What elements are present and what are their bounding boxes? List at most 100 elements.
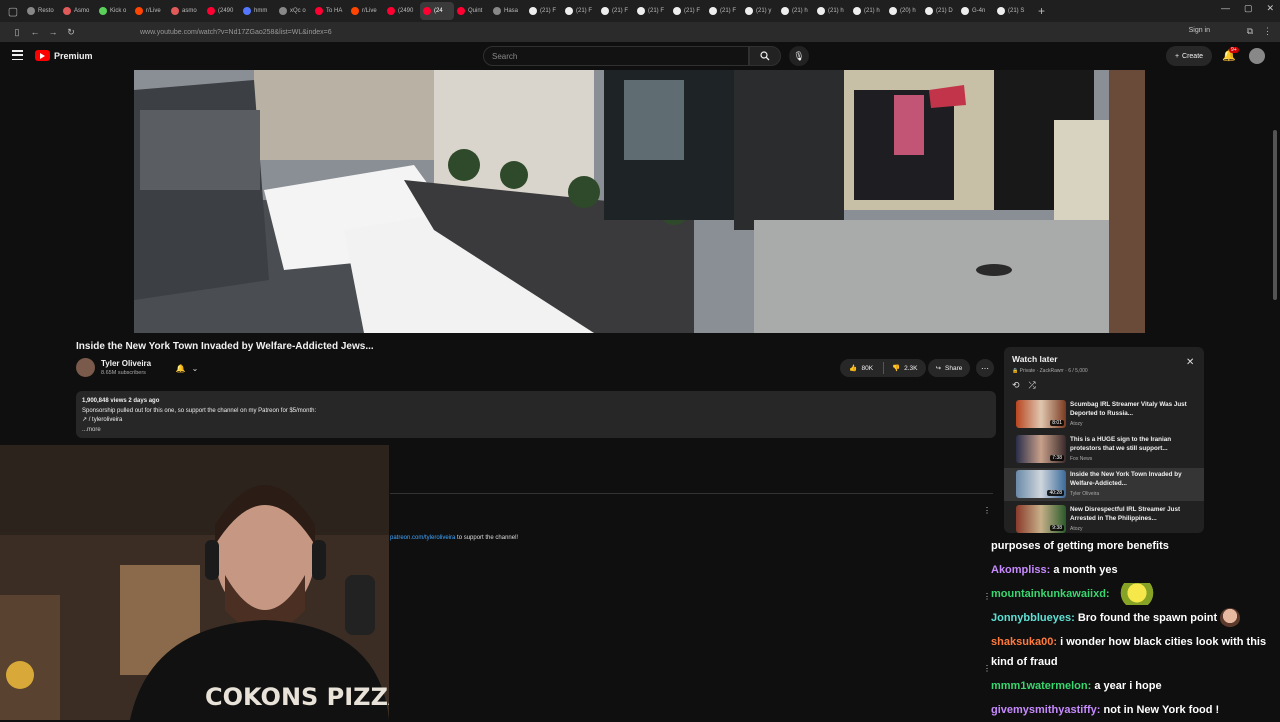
- search-input[interactable]: Search: [483, 46, 749, 66]
- more-actions-button[interactable]: ⋯: [976, 359, 994, 377]
- tab-favicon-icon: [673, 7, 681, 15]
- browser-tab[interactable]: G-4n: [958, 2, 994, 20]
- browser-tab[interactable]: (21) F: [670, 2, 706, 20]
- like-count: 80K: [861, 364, 874, 372]
- chat-text: not in New York food !: [1103, 704, 1220, 716]
- thumbs-up-icon: 👍: [849, 365, 858, 372]
- dislike-button[interactable]: 👎 2.3K: [884, 364, 927, 373]
- subscription-bell-button[interactable]: 🔔 ⌄: [170, 360, 204, 377]
- pinned-comment-link[interactable]: patreon.com/tyleroliveira: [390, 535, 455, 541]
- browser-tab[interactable]: (21) h: [814, 2, 850, 20]
- maximize-icon[interactable]: ▢: [1244, 3, 1253, 14]
- tab-label: (21) F: [576, 8, 593, 14]
- duration-badge: 9:38: [1050, 525, 1064, 531]
- menu-dots-icon[interactable]: ⋮: [1263, 26, 1272, 37]
- bell-icon: 🔔: [175, 364, 186, 373]
- like-button[interactable]: 👍 80K: [840, 364, 883, 373]
- tab-label: (21) h: [864, 8, 880, 14]
- duration-badge: 8:01: [1050, 420, 1064, 426]
- search-button[interactable]: [749, 46, 781, 66]
- chat-message: mountainkunkawaiixd:: [991, 582, 1280, 606]
- create-label: Create: [1182, 52, 1204, 60]
- menu-icon[interactable]: [12, 50, 23, 60]
- video-player[interactable]: [134, 70, 1145, 333]
- forward-icon[interactable]: →: [44, 27, 62, 37]
- youtube-logo[interactable]: Premium: [35, 50, 93, 61]
- video-thumbnail: 8:01: [1016, 400, 1066, 428]
- close-playlist-icon[interactable]: ✕: [1186, 357, 1194, 368]
- share-button[interactable]: ↪ Share: [928, 359, 970, 377]
- browser-tab[interactable]: r/Live: [132, 2, 168, 20]
- close-window-icon[interactable]: ✕: [1266, 3, 1274, 14]
- tab-label: G-4n: [972, 8, 986, 14]
- browser-tab[interactable]: Resto: [24, 2, 60, 20]
- reload-icon[interactable]: ↻: [62, 27, 80, 38]
- browser-tab[interactable]: (2490: [384, 2, 420, 20]
- browser-tab[interactable]: (21) F: [598, 2, 634, 20]
- tab-label: (20) h: [900, 8, 916, 14]
- shuffle-icon[interactable]: ⤮: [1029, 380, 1036, 391]
- browser-tab[interactable]: (21) h: [850, 2, 886, 20]
- browser-tab[interactable]: (21) F: [562, 2, 598, 20]
- browser-tab[interactable]: Asmo: [60, 2, 96, 20]
- browser-tab[interactable]: Kick o: [96, 2, 132, 20]
- tab-label: (21) F: [720, 8, 737, 14]
- chat-text: a month yes: [1053, 564, 1118, 576]
- page-scrollbar[interactable]: [1273, 130, 1277, 300]
- description-box[interactable]: 1,900,848 views 2 days ago Sponsorship p…: [76, 391, 996, 438]
- back-icon[interactable]: ←: [26, 27, 44, 37]
- tab-favicon-icon: [63, 7, 71, 15]
- tab-favicon-icon: [27, 7, 35, 15]
- tab-favicon-icon: [925, 7, 933, 15]
- tab-actions-icon[interactable]: ▢: [6, 4, 20, 18]
- channel-avatar[interactable]: [76, 358, 95, 377]
- minimize-icon[interactable]: —: [1221, 3, 1230, 14]
- playlist-item[interactable]: 9:38 New Disrespectful IRL Streamer Just…: [1004, 503, 1204, 533]
- browser-tab[interactable]: (24: [420, 2, 454, 20]
- browser-tab[interactable]: Quint: [454, 2, 490, 20]
- browser-tab[interactable]: (2490: [204, 2, 240, 20]
- playlist-title[interactable]: Watch later: [1012, 354, 1058, 364]
- browser-tab[interactable]: (21) F: [706, 2, 742, 20]
- create-button[interactable]: + Create: [1166, 46, 1212, 66]
- sign-in-button[interactable]: Sign in: [1189, 27, 1210, 34]
- browser-tab-strip: ▢ Resto Asmo Kick o r/Live asmo (2490 hmm xQc o…: [0, 0, 1280, 22]
- tab-label: asmo: [182, 8, 197, 14]
- browser-tab[interactable]: (21) F: [634, 2, 670, 20]
- browser-tab[interactable]: (20) h: [886, 2, 922, 20]
- browser-tab[interactable]: Hasa: [490, 2, 526, 20]
- voice-search-button[interactable]: 🎙: [789, 46, 809, 66]
- playlist-item-current[interactable]: 40:28 Inside the New York Town Invaded b…: [1004, 468, 1204, 501]
- url-field[interactable]: www.youtube.com/watch?v=Nd17ZGao258&list…: [140, 29, 332, 36]
- face-emote-icon: [1220, 608, 1241, 629]
- tab-favicon-icon: [997, 7, 1005, 15]
- browser-tab[interactable]: (21) h: [778, 2, 814, 20]
- comment-options-icon[interactable]: ⋮: [983, 664, 991, 673]
- sidebar-toggle-icon[interactable]: ▯: [8, 27, 26, 38]
- new-tab-button[interactable]: +: [1038, 4, 1045, 18]
- chat-message: purposes of getting more benefits: [991, 534, 1280, 558]
- playlist-item[interactable]: 7:38 This is a HUGE sign to the Iranian …: [1004, 433, 1204, 466]
- browser-tab[interactable]: (21) S: [994, 2, 1030, 20]
- browser-tab[interactable]: To HA: [312, 2, 348, 20]
- address-bar: ▯ ← → ↻ www.youtube.com/watch?v=Nd17ZGao…: [0, 22, 1280, 42]
- svg-text:COKONS PIZZA: COKONS PIZZA: [205, 683, 389, 711]
- tab-favicon-icon: [423, 7, 431, 15]
- comment-options-icon[interactable]: ⋮: [983, 592, 991, 601]
- show-more-link[interactable]: ...more: [82, 426, 990, 436]
- playlist-item[interactable]: 8:01 Scumbag IRL Streamer Vitaly Was Jus…: [1004, 398, 1204, 431]
- patreon-link[interactable]: ↗ / tyleroliveira: [82, 416, 990, 426]
- account-avatar[interactable]: [1249, 48, 1265, 64]
- browser-tab[interactable]: (21) y: [742, 2, 778, 20]
- loop-icon[interactable]: ⟲: [1012, 380, 1020, 391]
- browser-tab[interactable]: r/Live: [348, 2, 384, 20]
- comment-options-icon[interactable]: ⋮: [983, 506, 991, 515]
- browser-tab[interactable]: asmo: [168, 2, 204, 20]
- extensions-icon[interactable]: ⧉: [1247, 26, 1253, 37]
- browser-tab[interactable]: (21) F: [526, 2, 562, 20]
- browser-tab[interactable]: hmm: [240, 2, 276, 20]
- browser-tab[interactable]: (21) D: [922, 2, 958, 20]
- channel-name[interactable]: Tyler Oliveira: [101, 359, 151, 368]
- playlist-controls: ⟲ ⤮: [1012, 380, 1036, 391]
- browser-tab[interactable]: xQc o: [276, 2, 312, 20]
